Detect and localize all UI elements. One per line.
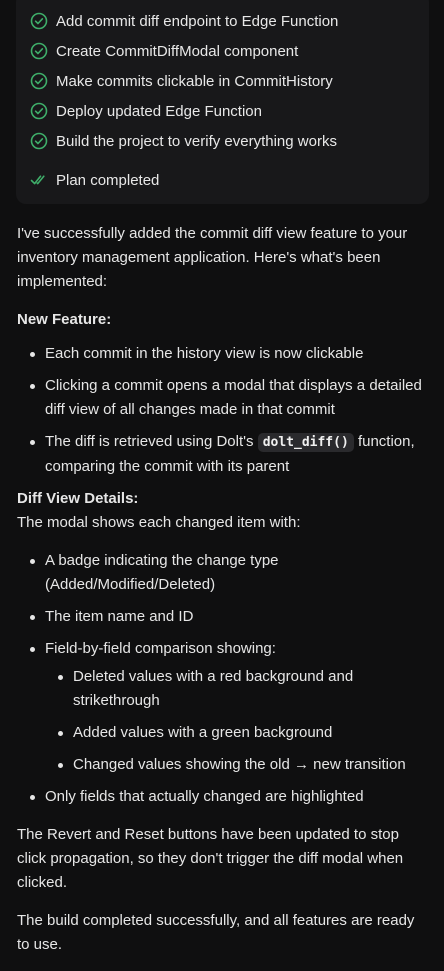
double-check-icon	[30, 175, 45, 185]
bullet-dot	[30, 384, 35, 389]
bullet-dot	[58, 675, 63, 680]
plan-item-label: Deploy updated Edge Function	[56, 102, 262, 120]
comparison-sublist: Deleted values with a red background and…	[45, 665, 429, 777]
plan-checklist: Add commit diff endpoint to Edge Functio…	[30, 0, 430, 195]
revert-paragraph: The Revert and Reset buttons have been u…	[17, 826, 404, 891]
inline-code: dolt_diff()	[257, 433, 354, 452]
bullet-dot	[30, 647, 35, 652]
check-circle-icon	[30, 42, 48, 60]
plan-item-label: Make commits clickable in CommitHistory	[56, 72, 333, 90]
sub-list-item: Added values with a green background	[45, 721, 429, 745]
bullet-dot	[30, 795, 35, 800]
plan-item: Deploy updated Edge Function	[30, 96, 430, 126]
new-feature-heading: New Feature:	[17, 311, 112, 328]
plan-item-label: Create CommitDiffModal component	[56, 42, 299, 60]
assistant-message: I've successfully added the commit diff …	[17, 222, 429, 971]
bullet-dot	[30, 559, 35, 564]
bullet-dot	[58, 763, 63, 768]
list-item: A badge indicating the change type (Adde…	[17, 549, 429, 597]
intro-paragraph: I've successfully added the commit diff …	[17, 225, 408, 290]
plan-item: Make commits clickable in CommitHistory	[30, 66, 430, 96]
sub-list-item: Deleted values with a red background and…	[45, 665, 429, 713]
plan-completed-row: Plan completed	[30, 165, 430, 195]
plan-item: Add commit diff endpoint to Edge Functio…	[30, 6, 430, 36]
new-feature-list: Each commit in the history view is now c…	[17, 342, 429, 479]
diff-view-intro: The modal shows each changed item with:	[17, 514, 301, 531]
list-item: Clicking a commit opens a modal that dis…	[17, 374, 429, 422]
bullet-dot	[30, 615, 35, 620]
list-item: The diff is retrieved using Dolt's dolt_…	[17, 430, 429, 479]
sub-list-item: Changed values showing the old → new tra…	[45, 753, 429, 777]
bullet-dot	[30, 352, 35, 357]
check-circle-icon	[30, 132, 48, 150]
list-item: Only fields that actually changed are hi…	[17, 785, 429, 809]
bullet-dot	[30, 440, 35, 445]
check-circle-icon	[30, 12, 48, 30]
plan-item-label: Add commit diff endpoint to Edge Functio…	[56, 12, 339, 30]
list-item: Field-by-field comparison showing: Delet…	[17, 637, 429, 777]
diff-view-heading: Diff View Details:	[17, 490, 139, 507]
plan-item: Build the project to verify everything w…	[30, 126, 430, 156]
build-paragraph: The build completed successfully, and al…	[17, 912, 415, 953]
plan-item-label: Build the project to verify everything w…	[56, 132, 337, 150]
plan-completed-label: Plan completed	[56, 171, 160, 189]
check-circle-icon	[30, 72, 48, 90]
diff-details-list: A badge indicating the change type (Adde…	[17, 549, 429, 809]
list-item: Each commit in the history view is now c…	[17, 342, 429, 366]
list-item: The item name and ID	[17, 605, 429, 629]
check-circle-icon	[30, 102, 48, 120]
bullet-dot	[58, 731, 63, 736]
plan-item: Create CommitDiffModal component	[30, 36, 430, 66]
